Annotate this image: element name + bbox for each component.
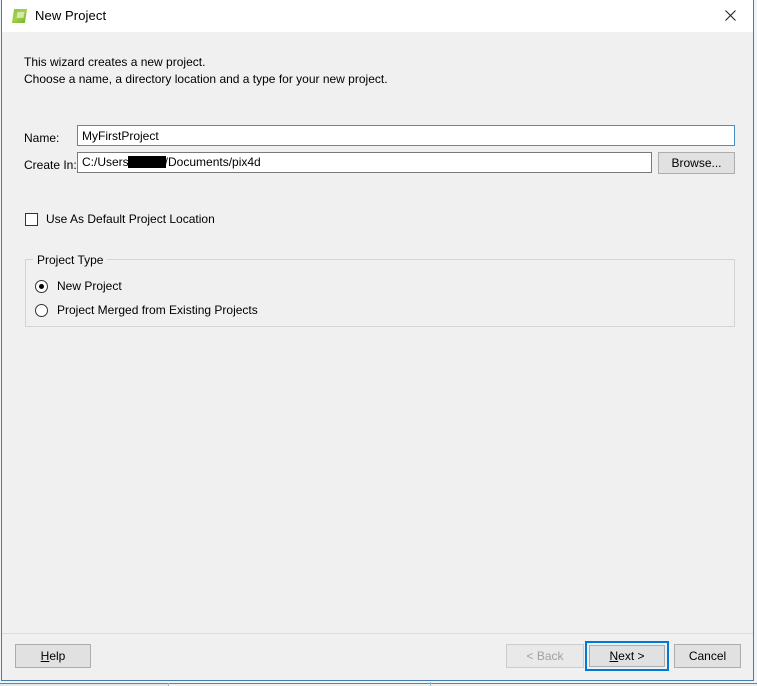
project-type-groupbox-title: Project Type [33, 253, 108, 267]
browse-button[interactable]: Browse... [658, 152, 735, 174]
next-button[interactable]: Next > [589, 645, 665, 667]
wizard-description: This wizard creates a new project. Choos… [24, 54, 388, 88]
next-button-mnemonic: N [609, 649, 619, 663]
pix4d-logo-icon [11, 9, 28, 24]
create-in-input[interactable]: C:/Users/Documents/pix4d [77, 152, 652, 173]
use-default-location-label: Use As Default Project Location [46, 212, 215, 226]
use-default-location-row[interactable]: Use As Default Project Location [25, 212, 215, 226]
radio-merged-project-label: Project Merged from Existing Projects [57, 303, 258, 317]
cancel-button[interactable]: Cancel [674, 644, 741, 668]
project-name-input[interactable] [77, 125, 735, 146]
wizard-description-line-2: Choose a name, a directory location and … [24, 72, 388, 86]
create-in-path-suffix: /Documents/pix4d [164, 155, 261, 169]
radio-new-project-label: New Project [57, 279, 122, 293]
radio-merged-project-indicator[interactable] [35, 303, 48, 317]
wizard-description-line-1: This wizard creates a new project. [24, 55, 206, 69]
dialog-body: This wizard creates a new project. Choos… [2, 32, 753, 634]
new-project-dialog: New Project This wizard creates a new pr… [1, 0, 754, 681]
name-label: Name: [24, 131, 60, 145]
radio-new-project-indicator[interactable] [35, 279, 48, 293]
radio-option-new-project[interactable]: New Project [35, 279, 122, 293]
close-icon[interactable] [708, 0, 753, 31]
help-button[interactable]: Help [15, 644, 91, 668]
next-button-label: ext > [618, 649, 645, 663]
use-default-location-checkbox[interactable] [25, 212, 38, 226]
radio-option-merged-project[interactable]: Project Merged from Existing Projects [35, 303, 258, 317]
dialog-title-bar: New Project [2, 0, 753, 33]
dialog-title: New Project [35, 8, 107, 23]
help-button-label: elp [49, 649, 66, 663]
background-splitter-2 [430, 682, 431, 686]
dialog-footer: Help < Back Next > Cancel [2, 633, 753, 680]
next-button-focus-ring: Next > [585, 641, 669, 671]
create-in-label: Create In: [24, 158, 77, 172]
create-in-path-prefix: C:/Users [82, 155, 129, 169]
redaction-bar [127, 156, 166, 168]
back-button[interactable]: < Back [506, 644, 584, 668]
